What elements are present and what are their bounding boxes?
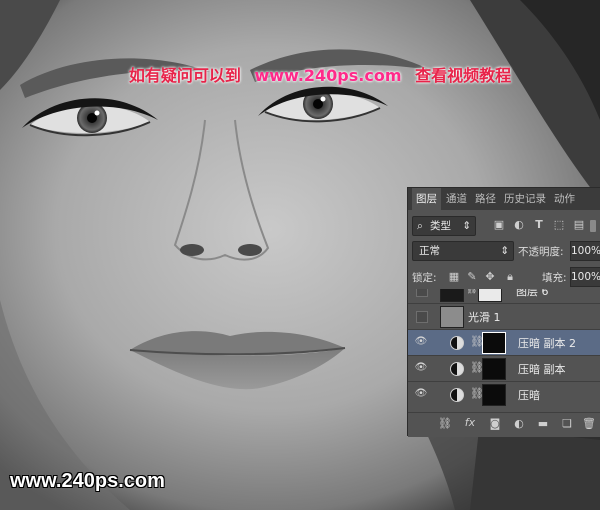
watermark-suffix: 查看视频教程	[415, 66, 512, 85]
layer-mask-thumbnail	[482, 384, 506, 406]
eye-icon[interactable]: 👁︎	[414, 362, 428, 376]
search-icon: ⌕	[417, 220, 423, 232]
lock-row: 锁定: ▦ ✎ ✥ 🔒︎ 填充: 100%	[408, 266, 600, 288]
lock-label: 锁定:	[412, 272, 437, 284]
layer-mask-thumbnail	[482, 358, 506, 380]
filter-kind-select[interactable]: ⌕ 类型 ⇕	[412, 216, 476, 236]
tab-history[interactable]: 历史记录	[504, 188, 546, 210]
filter-toggle[interactable]	[590, 220, 596, 232]
trash-icon[interactable]: 🗑︎	[582, 417, 596, 430]
filter-kind-label: 类型	[430, 220, 451, 232]
layer-mask-thumbnail	[478, 289, 502, 302]
mask-icon[interactable]: ◙	[488, 417, 502, 430]
visibility-toggle[interactable]	[416, 289, 428, 297]
layer-row[interactable]: 👁︎ ⛓ 压暗 副本	[408, 355, 600, 382]
link-icon: ⛓	[466, 289, 478, 295]
tab-layers[interactable]: 图层	[412, 188, 441, 210]
layer-name: 图层 6	[516, 289, 549, 298]
lock-brush-icon[interactable]: ✎	[466, 270, 478, 283]
lock-transparency-icon[interactable]: ▦	[448, 270, 460, 283]
filter-adjustment-icon[interactable]: ◐	[512, 218, 526, 231]
folder-icon[interactable]: ▬	[536, 417, 550, 430]
eye-icon[interactable]: 👁︎	[414, 336, 428, 350]
layer-name: 压暗	[518, 389, 540, 402]
tab-paths[interactable]: 路径	[475, 188, 496, 210]
fill-input[interactable]: 100%	[570, 267, 600, 287]
blend-mode-label: 正常	[419, 245, 440, 257]
blend-row: 正常 ⇕ 不透明度: 100%	[408, 240, 600, 262]
layer-row[interactable]: ⛓ 图层 6	[408, 289, 600, 304]
layers-panel: 图层 通道 路径 历史记录 动作 ⌕ 类型 ⇕ ▣ ◐ T ⬚ ▤ 正常 ⇕ 不…	[407, 187, 600, 437]
adjustment-layer-icon	[450, 336, 464, 350]
fx-icon[interactable]: fx	[462, 416, 478, 429]
layer-name: 光滑 1	[468, 311, 501, 324]
lock-position-icon[interactable]: ✥	[484, 270, 496, 283]
chevron-updown-icon: ⇕	[500, 245, 509, 257]
layer-row[interactable]: 👁︎ ⛓ 压暗	[408, 381, 600, 408]
adjustment-layer-icon	[450, 362, 464, 376]
layer-row[interactable]: 光滑 1	[408, 303, 600, 330]
adjustment-layer-icon	[450, 388, 464, 402]
watermark-prefix: 如有疑问可以到	[128, 66, 241, 85]
filter-row: ⌕ 类型 ⇕ ▣ ◐ T ⬚ ▤	[408, 215, 600, 237]
blend-mode-select[interactable]: 正常 ⇕	[412, 241, 514, 261]
lock-all-icon[interactable]: 🔒︎	[504, 270, 516, 284]
layers-list: ⛓ 图层 6 光滑 1 👁︎ ⛓ 压暗 副本 2 👁︎ ⛓ 压暗 副本 👁︎ ⛓…	[408, 289, 600, 409]
layer-name: 压暗 副本 2	[518, 337, 576, 350]
tab-actions[interactable]: 动作	[554, 188, 575, 210]
panel-tabs: 图层 通道 路径 历史记录 动作	[408, 188, 600, 210]
panel-footer: ⛓ fx ◙ ◐ ▬ ❏ 🗑︎	[408, 412, 600, 437]
new-layer-icon[interactable]: ❏	[560, 417, 574, 430]
filter-pixel-icon[interactable]: ▣	[492, 218, 506, 231]
watermark-bottom: www.240ps.com	[10, 470, 165, 492]
filter-shape-icon[interactable]: ⬚	[552, 218, 566, 231]
tab-channels[interactable]: 通道	[446, 188, 467, 210]
opacity-label: 不透明度:	[518, 246, 564, 258]
layer-name: 压暗 副本	[518, 363, 566, 376]
filter-smartobject-icon[interactable]: ▤	[572, 218, 586, 231]
layer-thumbnail	[440, 289, 464, 302]
adjustment-icon[interactable]: ◐	[512, 417, 526, 430]
visibility-toggle[interactable]	[416, 311, 428, 323]
eye-icon[interactable]: 👁︎	[414, 388, 428, 402]
watermark-url: www.240ps.com	[254, 66, 402, 85]
opacity-input[interactable]: 100%	[570, 241, 600, 261]
fill-label: 填充:	[542, 272, 567, 284]
watermark-top: 如有疑问可以到 www.240ps.com 查看视频教程	[0, 62, 600, 86]
filter-type-icon[interactable]: T	[532, 218, 546, 231]
chevron-updown-icon: ⇕	[462, 220, 471, 232]
link-icon[interactable]: ⛓	[438, 417, 452, 430]
layer-row[interactable]: 👁︎ ⛓ 压暗 副本 2	[408, 329, 600, 356]
layer-thumbnail	[440, 306, 464, 328]
layer-mask-thumbnail	[482, 332, 506, 354]
